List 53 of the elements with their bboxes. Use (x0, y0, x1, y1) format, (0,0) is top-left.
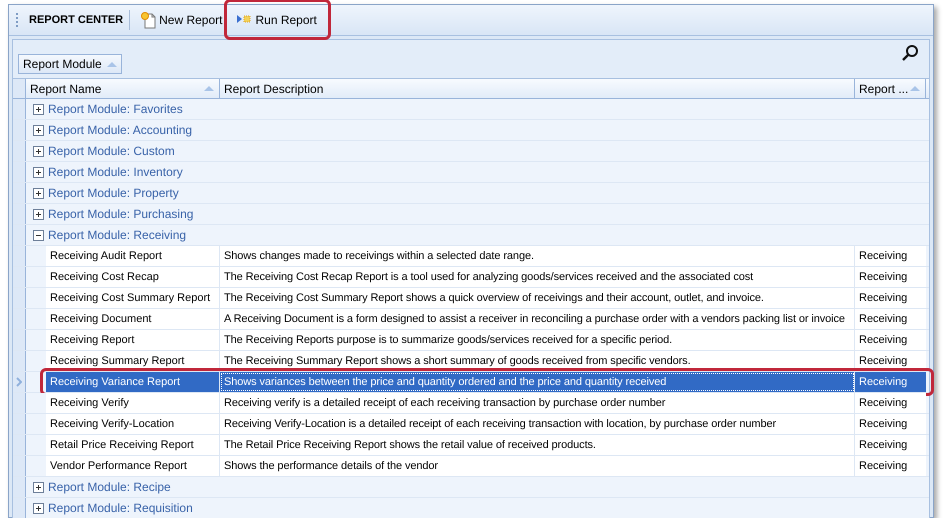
table-cell: Receiving Verify (46, 393, 220, 413)
table-cell: Receiving (855, 288, 926, 308)
group-row[interactable]: Report Module: Requisition (26, 498, 193, 518)
sort-up-icon (204, 85, 214, 92)
new-document-icon (140, 11, 156, 29)
toolbar-title: REPORT CENTER (29, 14, 124, 26)
table-cell: Receiving (855, 330, 926, 350)
table-cell: The Receiving Cost Recap Report is a tool used for analyzing goods/services received and the associated cost (220, 267, 855, 287)
group-by-chip[interactable]: Report Module (18, 54, 122, 74)
table-cell: Receiving (855, 309, 926, 329)
group-row[interactable]: Report Module: Recipe (26, 477, 171, 497)
table-cell: Receiving verify is a detailed receipt of each receiving transaction by purchase order number (220, 393, 855, 413)
table-cell: Receiving (855, 456, 926, 476)
table-cell: Receiving Variance Report (46, 372, 220, 392)
table-cell: Receiving Report (46, 330, 220, 350)
grip-icon (15, 13, 19, 27)
group-row[interactable]: Report Module: Custom (26, 141, 175, 161)
group-row[interactable]: Report Module: Favorites (26, 99, 183, 119)
table-cell: Receiving (855, 414, 926, 434)
group-row[interactable]: Report Module: Accounting (26, 120, 192, 140)
table-cell: Retail Price Receiving Report (46, 435, 220, 455)
column-header[interactable]: Report Description (220, 79, 855, 98)
column-header[interactable]: Report ... (855, 79, 926, 98)
table-cell: Receiving Verify-Location is a detailed receipt of each receiving transaction with location, by purchase order number (220, 414, 855, 434)
table-cell: Receiving Verify-Location (46, 414, 220, 434)
table-cell: Receiving (855, 393, 926, 413)
table-cell: Receiving Cost Recap (46, 267, 220, 287)
table-cell: Receiving (855, 435, 926, 455)
table-cell: Receiving (855, 246, 926, 266)
group-row[interactable]: Report Module: Receiving (26, 225, 186, 245)
table-cell: Shows changes made to receivings within a selected date range. (220, 246, 855, 266)
table-cell: Vendor Performance Report (46, 456, 220, 476)
table-cell: The Receiving Cost Summary Report shows a quick overview of receivings and their account, outlet, and invoice. (220, 288, 855, 308)
group-row[interactable]: Report Module: Purchasing (26, 204, 194, 224)
group-row[interactable]: Report Module: Property (26, 183, 179, 203)
group-row[interactable]: Report Module: Inventory (26, 162, 183, 182)
table-cell: A Receiving Document is a form designed to assist a receiver in reconciling a purchase order with a vendors packing list or invoice (220, 309, 855, 329)
table-cell: Receiving Document (46, 309, 220, 329)
table-cell: The Retail Price Receiving Report shows the retail value of received products. (220, 435, 855, 455)
table-cell: The Receiving Reports purpose is to summarize goods/services received for a specific period. (220, 330, 855, 350)
table-cell: Receiving Audit Report (46, 246, 220, 266)
table-cell: Receiving (855, 267, 926, 287)
table-cell: Receiving (855, 372, 926, 392)
table-cell: Shows variances between the price and quantity ordered and the price and quantity received (220, 372, 855, 392)
row-pointer-icon (16, 377, 22, 387)
sort-up-icon (106, 60, 117, 68)
search-icon (901, 44, 919, 62)
run-report-button[interactable]: Run Report (232, 9, 321, 31)
sort-up-icon (910, 85, 920, 92)
table-cell: Shows the performance details of the vendor (220, 456, 855, 476)
column-header[interactable]: Report Name (26, 79, 220, 98)
table-cell: Receiving Cost Summary Report (46, 288, 220, 308)
new-report-button[interactable]: New Report (136, 9, 226, 31)
